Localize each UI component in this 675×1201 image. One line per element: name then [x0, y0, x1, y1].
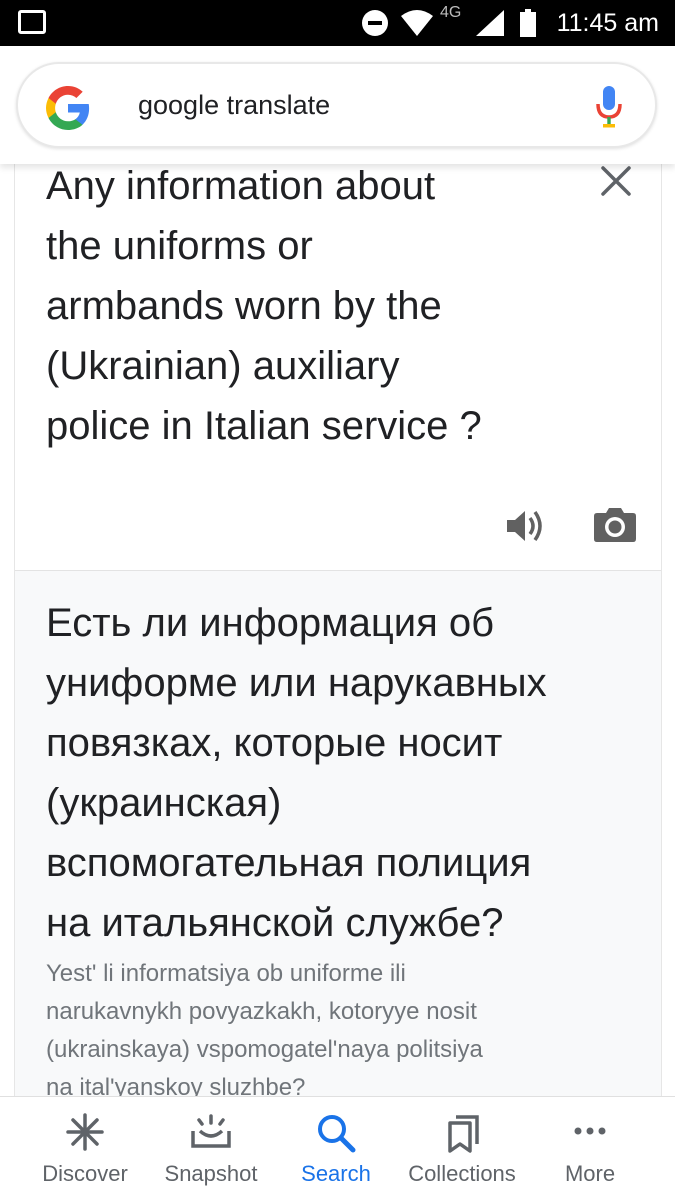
nav-label: More	[564, 1161, 616, 1186]
network-type-label: 4G	[440, 4, 462, 21]
speaker-icon[interactable]	[505, 506, 547, 546]
more-dots-icon	[574, 1127, 606, 1135]
translation-panel: Есть ли информация об униформе или нарук…	[15, 570, 661, 1101]
battery-icon	[520, 9, 536, 37]
nav-collections[interactable]: Collections	[396, 1097, 528, 1201]
source-text[interactable]: Any information about the uniforms or ar…	[46, 156, 566, 456]
close-icon[interactable]	[599, 164, 633, 198]
google-g-icon[interactable]	[44, 84, 92, 132]
collections-icon	[448, 1115, 479, 1153]
translated-text[interactable]: Есть ли информация об униформе или нарук…	[46, 593, 646, 953]
camera-icon[interactable]	[593, 504, 637, 544]
nav-search[interactable]: Search	[286, 1097, 386, 1201]
search-bar[interactable]: google translate	[16, 62, 657, 148]
translate-card: Any information about the uniforms or ar…	[14, 164, 662, 1101]
asterisk-icon	[66, 1113, 104, 1151]
search-header: google translate	[0, 46, 675, 164]
wifi-icon	[401, 10, 433, 36]
status-bar: 4G 11:45 am	[0, 0, 675, 46]
snapshot-icon	[191, 1114, 231, 1148]
nav-discover[interactable]: Discover	[20, 1097, 150, 1201]
signal-icon	[476, 10, 504, 36]
transliteration-text: Yest' li informatsiya ob uniforme ili na…	[46, 960, 483, 1101]
search-query[interactable]: google translate	[138, 90, 330, 121]
nav-more[interactable]: More	[540, 1097, 640, 1201]
bottom-navigation: Discover Snapshot Search Collections Mor…	[0, 1096, 675, 1201]
nav-label: Discover	[42, 1161, 128, 1186]
status-time: 11:45 am	[556, 9, 659, 37]
gallery-notification-icon	[18, 10, 46, 34]
nav-snapshot[interactable]: Snapshot	[148, 1097, 274, 1201]
nav-label: Search	[301, 1161, 371, 1186]
mic-icon[interactable]	[594, 84, 624, 130]
nav-label: Collections	[408, 1161, 516, 1186]
do-not-disturb-icon	[362, 10, 388, 36]
nav-label: Snapshot	[164, 1161, 258, 1186]
search-icon	[318, 1115, 356, 1153]
